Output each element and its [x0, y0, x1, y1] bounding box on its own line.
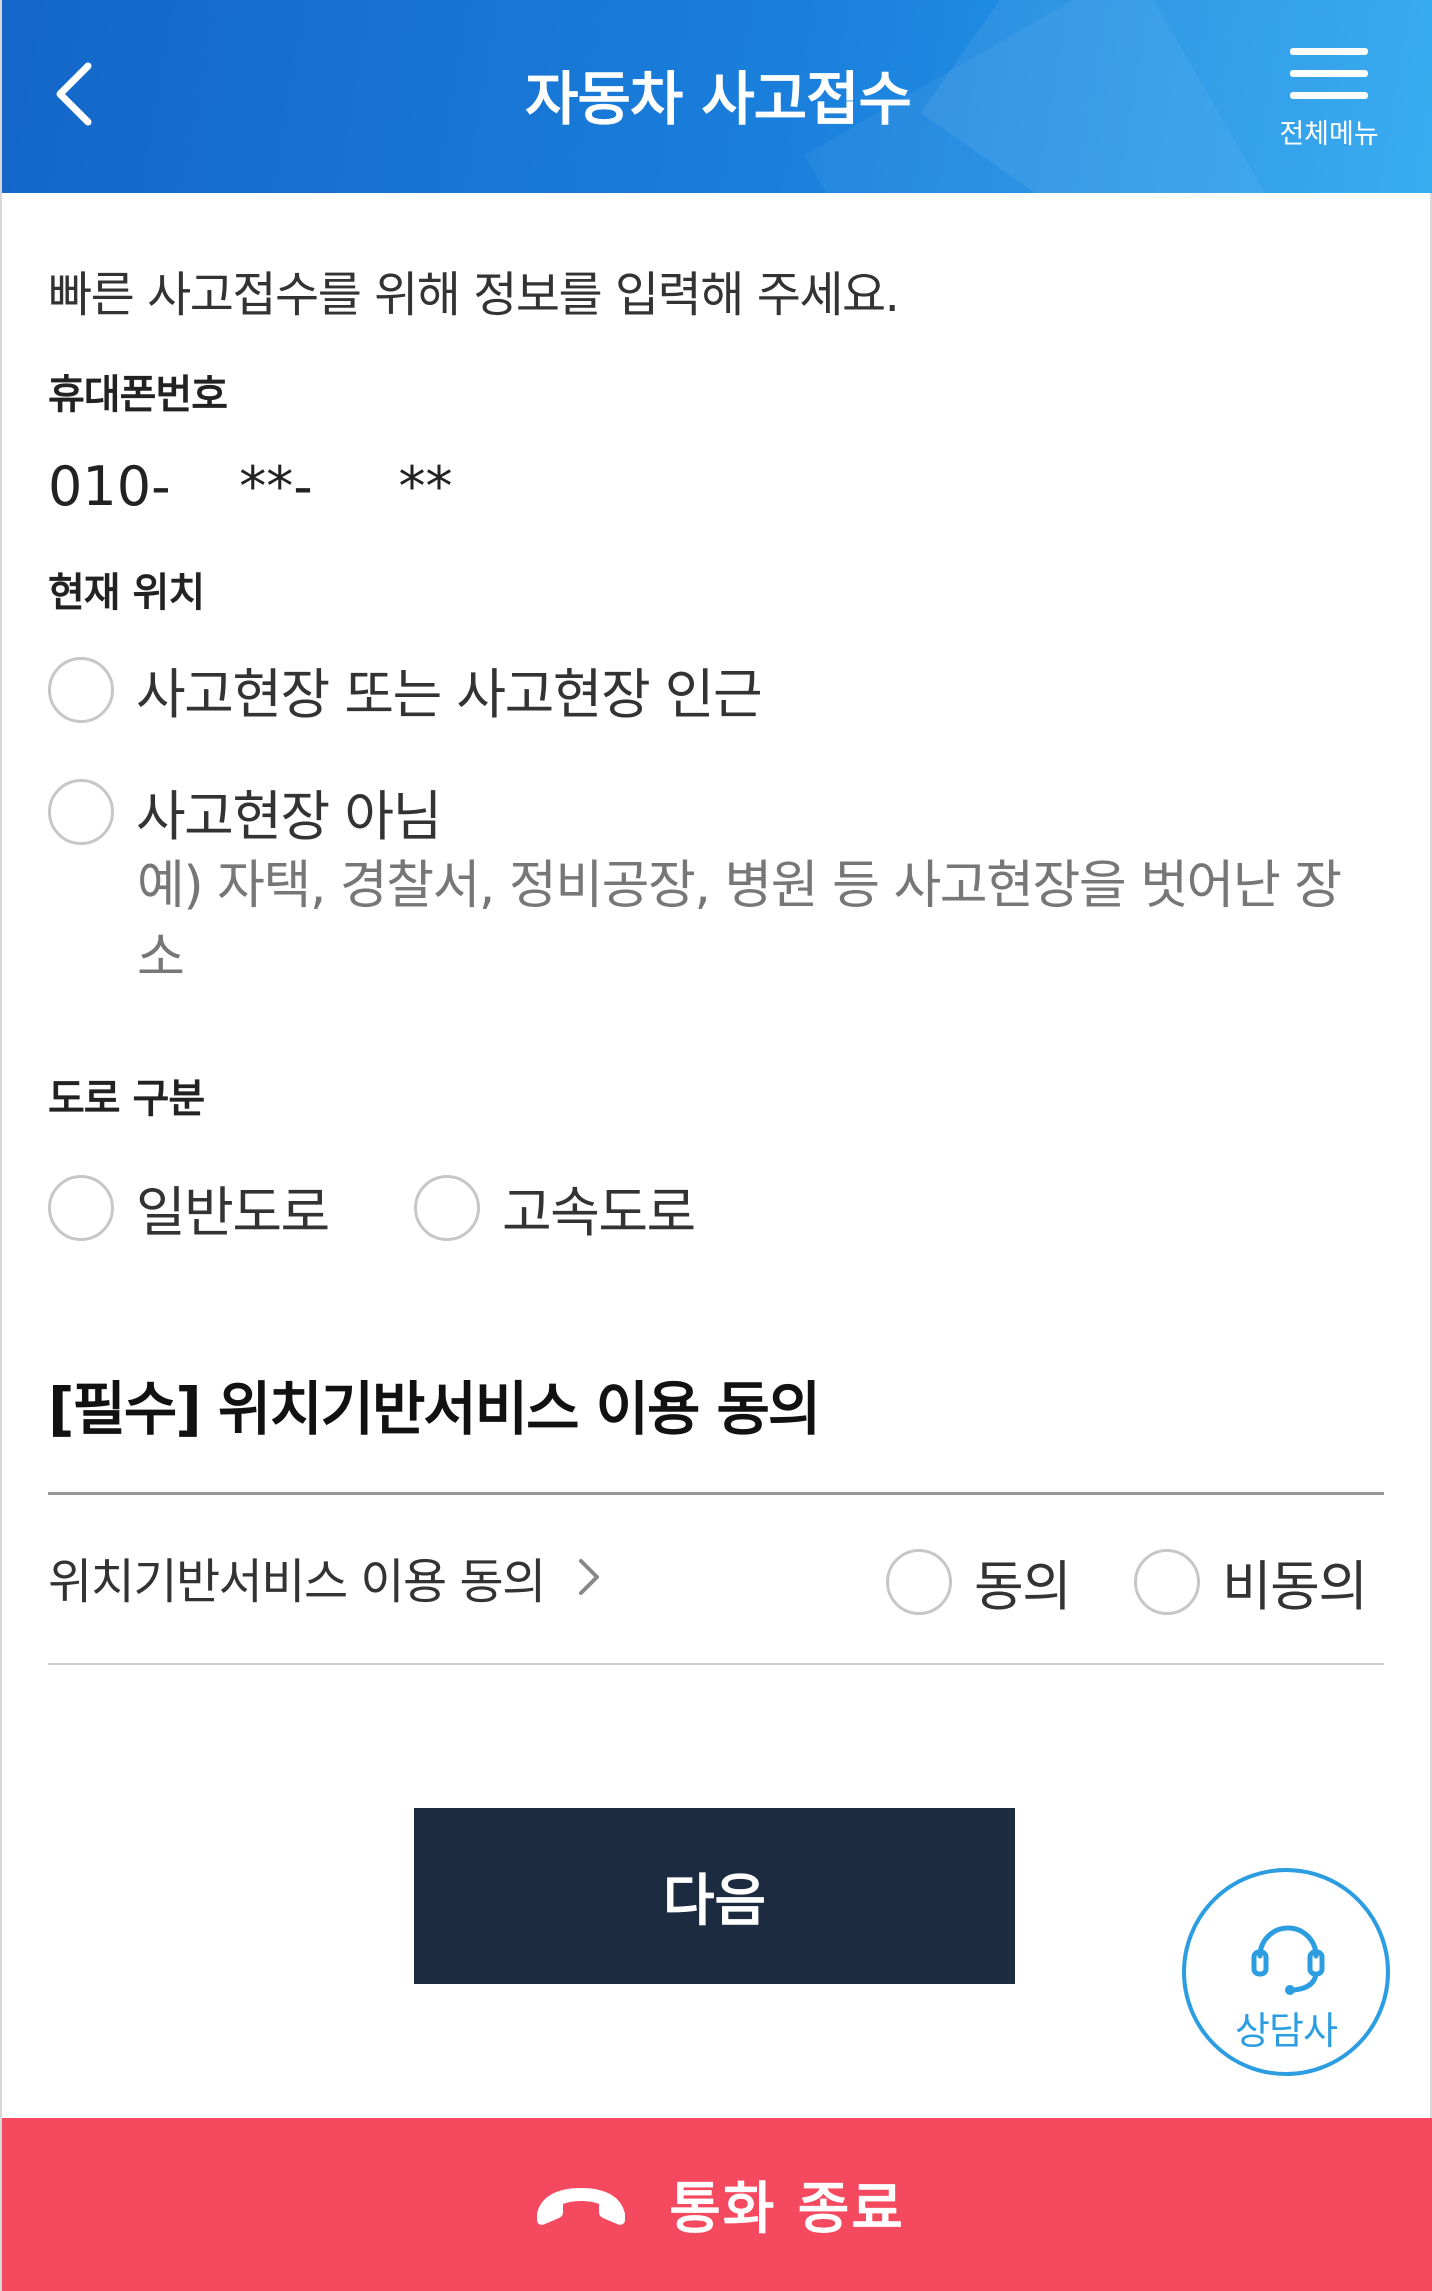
radio-button[interactable] [48, 656, 114, 723]
radio-button[interactable] [1134, 1548, 1200, 1615]
option-label: 비동의 [1222, 1555, 1368, 1618]
phone-number: 010- **- ** [48, 455, 453, 518]
hang-up-phone-icon [537, 2187, 626, 2225]
consent-disagree-option[interactable]: 비동의 [1134, 1542, 1368, 1621]
intro-text: 빠른 사고접수를 위해 정보를 입력해 주세요. [48, 267, 900, 323]
road-option-general[interactable]: 일반도로 [48, 1168, 330, 1247]
location-option-not-at-scene[interactable]: 사고현장 아님 [48, 772, 442, 851]
option-label: 사고현장 또는 사고현장 인근 [136, 663, 763, 726]
radio-button[interactable] [48, 778, 114, 845]
location-label: 현재 위치 [48, 570, 205, 616]
menu-label: 전체메뉴 [1279, 119, 1379, 150]
end-call-button[interactable]: 통화 종료 [2, 2118, 1432, 2291]
headset-icon [1251, 1925, 1325, 1995]
next-button[interactable]: 다음 [414, 1808, 1015, 1984]
consent-agree-option[interactable]: 동의 [886, 1542, 1072, 1621]
phone-label: 휴대폰번호 [48, 372, 228, 418]
hamburger-icon [1290, 48, 1368, 55]
divider [48, 1492, 1384, 1495]
hamburger-icon [1290, 92, 1368, 99]
road-type-label: 도로 구분 [48, 1076, 205, 1122]
option-label: 일반도로 [136, 1181, 330, 1244]
app-header: 자동차 사고접수 전체메뉴 [2, 0, 1432, 193]
counselor-label: 상담사 [1235, 2009, 1338, 2053]
counselor-button[interactable]: 상담사 [1182, 1868, 1390, 2076]
consent-item-label: 위치기반서비스 이용 동의 [48, 1554, 546, 1610]
page: 자동차 사고접수 전체메뉴 빠른 사고접수를 위해 정보를 입력해 주세요. 휴… [0, 0, 1432, 2291]
hamburger-icon [1290, 70, 1368, 77]
radio-button[interactable] [414, 1174, 480, 1241]
radio-button[interactable] [48, 1174, 114, 1241]
option-description: 예) 자택, 경찰서, 정비공장, 병원 등 사고현장을 벗어난 장소 [137, 856, 1342, 988]
location-option-at-scene[interactable]: 사고현장 또는 사고현장 인근 [48, 650, 763, 729]
consent-detail-link[interactable]: 위치기반서비스 이용 동의 [48, 1542, 603, 1612]
option-label: 동의 [974, 1555, 1072, 1618]
full-menu-button[interactable]: 전체메뉴 [1274, 48, 1384, 168]
option-label: 사고현장 아님 [136, 785, 442, 848]
radio-button[interactable] [886, 1548, 952, 1615]
option-label: 고속도로 [502, 1181, 696, 1244]
road-option-highway[interactable]: 고속도로 [414, 1168, 696, 1247]
consent-section-title: [필수] 위치기반서비스 이용 동의 [48, 1375, 821, 1443]
divider [48, 1663, 1384, 1665]
page-title: 자동차 사고접수 [525, 65, 912, 133]
chevron-right-icon [578, 1559, 599, 1595]
end-call-label: 통화 종료 [669, 2177, 905, 2242]
